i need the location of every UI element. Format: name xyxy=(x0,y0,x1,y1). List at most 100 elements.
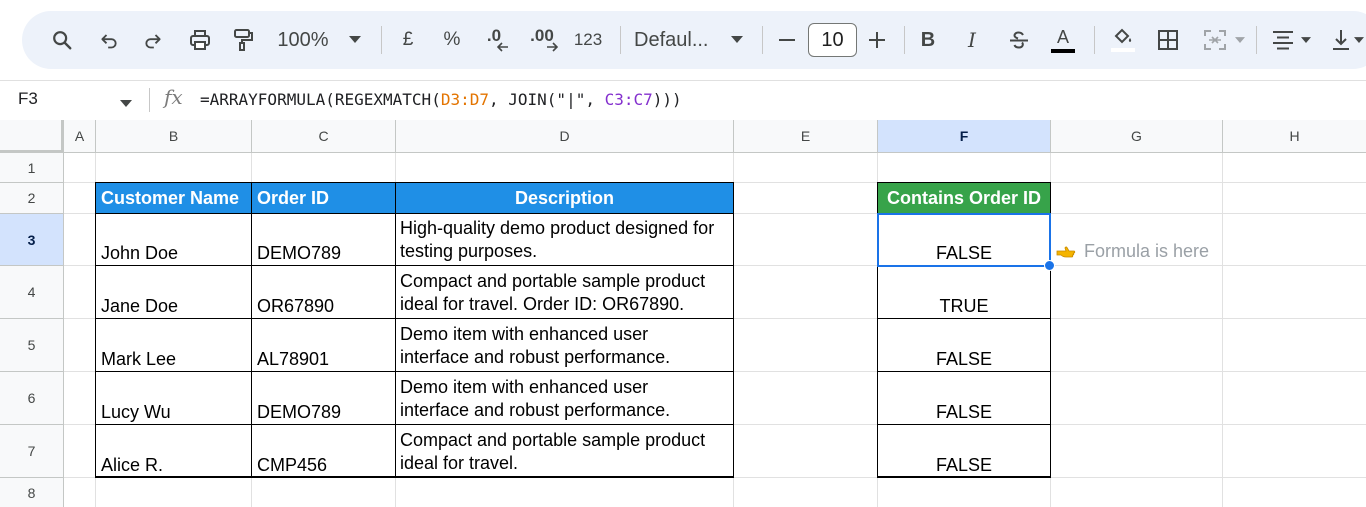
borders-icon[interactable] xyxy=(1152,11,1184,69)
zoom-select[interactable]: 100% xyxy=(274,11,332,69)
cell-contains-result[interactable]: FALSE xyxy=(878,425,1050,477)
row-header-6[interactable]: 6 xyxy=(0,372,64,425)
cell-order-id[interactable]: DEMO789 xyxy=(252,214,395,265)
cell-contains-result[interactable]: FALSE xyxy=(878,319,1050,371)
header-customer-name[interactable]: Customer Name xyxy=(96,183,251,214)
cell-order-id[interactable]: DEMO789 xyxy=(252,372,395,424)
cell-customer-name[interactable]: Alice R. xyxy=(96,425,251,477)
chevron-down-icon[interactable] xyxy=(120,95,132,113)
table-border xyxy=(251,182,252,478)
description-line: Demo item with enhanced user xyxy=(400,377,649,397)
chevron-down-icon[interactable] xyxy=(1352,11,1366,69)
cell-contains-result[interactable]: FALSE xyxy=(878,372,1050,424)
cell-description[interactable]: Demo item with enhanced user interface an… xyxy=(396,376,733,424)
undo-icon[interactable] xyxy=(92,11,126,69)
column-header-a[interactable]: A xyxy=(64,120,96,153)
gridline xyxy=(1222,153,1223,507)
chevron-down-icon[interactable] xyxy=(726,11,748,69)
chevron-down-icon[interactable] xyxy=(344,11,366,69)
column-header-f[interactable]: F xyxy=(878,120,1051,153)
align-icon[interactable] xyxy=(1268,11,1298,69)
row-header-7[interactable]: 7 xyxy=(0,425,64,478)
cell-description[interactable]: Compact and portable sample product ideal… xyxy=(396,270,733,318)
fill-color-icon[interactable] xyxy=(1106,11,1140,69)
table-border xyxy=(733,182,734,478)
row-header-5[interactable]: 5 xyxy=(0,319,64,372)
arrow-right-icon xyxy=(546,42,558,52)
description-line: Demo item with enhanced user xyxy=(400,324,649,344)
table-border xyxy=(95,318,734,319)
table-border xyxy=(95,182,734,183)
toolbar-area: 100% £ % .0 .00 123 Defaul... 10 B I A xyxy=(0,0,1366,80)
cell-description[interactable]: Compact and portable sample product ideal… xyxy=(396,429,733,477)
description-line: ideal for travel. Order ID: OR67890. xyxy=(400,294,685,314)
row-header-8[interactable]: 8 xyxy=(0,478,64,507)
spreadsheet-grid[interactable]: A B C D E F G H 1 2 3 4 5 6 7 8 Customer… xyxy=(0,120,1366,507)
description-line: interface and robust performance. xyxy=(400,400,671,420)
cell-order-id[interactable]: CMP456 xyxy=(252,425,395,477)
formula-bar: F3 fx =ARRAYFORMULA(REGEXMATCH(D3:D7, JO… xyxy=(0,80,1366,120)
formula-suffix: ))) xyxy=(652,90,682,109)
cell-customer-name[interactable]: Jane Doe xyxy=(96,266,251,318)
fill-handle[interactable] xyxy=(1044,260,1055,271)
name-box[interactable]: F3 xyxy=(18,89,38,109)
select-all-corner[interactable] xyxy=(0,120,64,153)
fill-color-bar xyxy=(1111,48,1135,52)
toolbar-divider xyxy=(381,26,382,54)
percent-format-button[interactable]: % xyxy=(438,11,466,69)
cell-customer-name[interactable]: John Doe xyxy=(96,214,251,265)
italic-icon[interactable]: I xyxy=(960,11,984,69)
strikethrough-icon[interactable] xyxy=(1004,11,1034,69)
search-icon[interactable] xyxy=(44,11,80,69)
merge-cells-icon[interactable] xyxy=(1198,11,1232,69)
plus-icon[interactable] xyxy=(864,11,890,69)
cell-contains-result[interactable]: TRUE xyxy=(878,266,1050,318)
row-header-2[interactable]: 2 xyxy=(0,183,64,214)
table-border xyxy=(877,476,1051,478)
cell-description[interactable]: Demo item with enhanced user interface an… xyxy=(396,323,733,371)
paint-format-icon[interactable] xyxy=(226,11,260,69)
table-border xyxy=(877,424,1051,425)
row-header-4[interactable]: 4 xyxy=(0,266,64,319)
cell-order-id[interactable]: AL78901 xyxy=(252,319,395,371)
column-header-h[interactable]: H xyxy=(1223,120,1366,153)
header-contains-order-id[interactable]: Contains Order ID xyxy=(878,183,1050,214)
print-icon[interactable] xyxy=(182,11,218,69)
description-line: testing purposes. xyxy=(400,241,538,261)
row-header-3[interactable]: 3 xyxy=(0,214,64,266)
currency-format-button[interactable]: £ xyxy=(394,11,422,69)
description-line: High-quality demo product designed for xyxy=(400,218,715,238)
text-color-glyph: A xyxy=(1056,26,1069,47)
number-format-button[interactable]: 123 xyxy=(570,11,606,69)
column-header-g[interactable]: G xyxy=(1051,120,1223,153)
column-header-b[interactable]: B xyxy=(96,120,252,153)
column-header-c[interactable]: C xyxy=(252,120,396,153)
formula-input[interactable]: =ARRAYFORMULA(REGEXMATCH(D3:D7, JOIN("|"… xyxy=(200,90,682,109)
header-description[interactable]: Description xyxy=(396,183,733,214)
header-order-id[interactable]: Order ID xyxy=(252,183,395,214)
chevron-down-icon[interactable] xyxy=(1232,11,1248,69)
minus-icon[interactable] xyxy=(774,11,800,69)
redo-icon[interactable] xyxy=(136,11,170,69)
font-size-input[interactable]: 10 xyxy=(808,23,857,57)
chevron-down-icon[interactable] xyxy=(1298,11,1314,69)
bold-icon[interactable]: B xyxy=(916,11,940,69)
cell-customer-name[interactable]: Mark Lee xyxy=(96,319,251,371)
formula-range-order-id: C3:C7 xyxy=(604,90,653,109)
table-border xyxy=(877,318,1051,319)
column-header-d[interactable]: D xyxy=(396,120,734,153)
increase-decimal-button[interactable]: .00 xyxy=(524,11,564,69)
text-color-icon[interactable]: A xyxy=(1046,11,1080,69)
row-header-1[interactable]: 1 xyxy=(0,153,64,183)
font-family-select[interactable]: Defaul... xyxy=(634,11,716,69)
toolbar-divider xyxy=(1094,26,1095,54)
cell-customer-name[interactable]: Lucy Wu xyxy=(96,372,251,424)
decrease-decimal-button[interactable]: .0 xyxy=(480,11,516,69)
column-header-e[interactable]: E xyxy=(734,120,878,153)
active-cell-selection[interactable] xyxy=(877,213,1051,267)
cell-description[interactable]: High-quality demo product designed for te… xyxy=(396,217,733,265)
table-border xyxy=(877,182,1051,183)
formula-middle: , JOIN("|", xyxy=(489,90,605,109)
cell-order-id[interactable]: OR67890 xyxy=(252,266,395,318)
description-line: interface and robust performance. xyxy=(400,347,671,367)
